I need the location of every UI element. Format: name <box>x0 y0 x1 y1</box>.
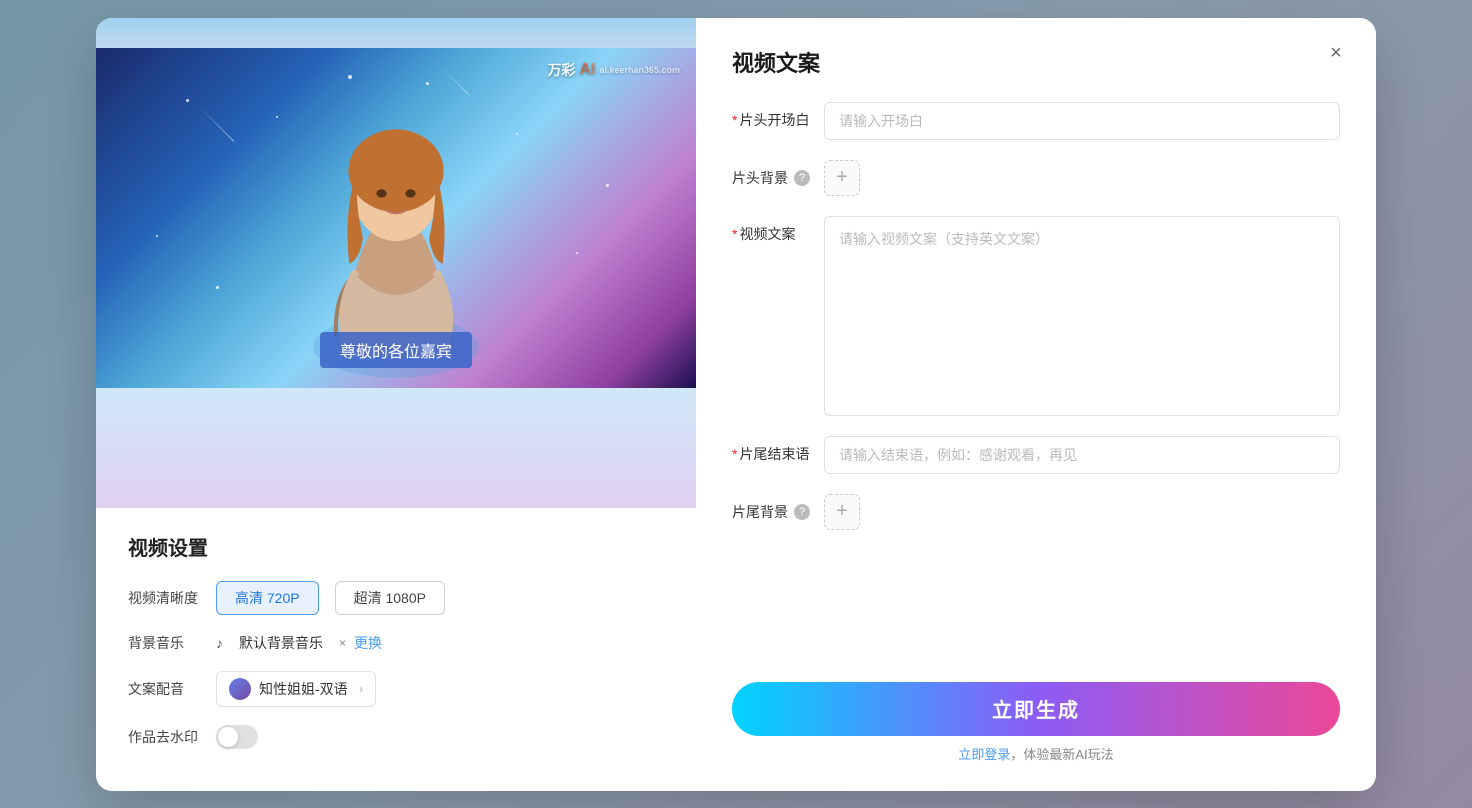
header-bg-label: 片头背景 ? <box>732 160 812 188</box>
closing-input[interactable] <box>824 436 1340 474</box>
opening-group: * 片头开场白 <box>732 102 1340 140</box>
music-name: 默认背景音乐 <box>239 633 323 653</box>
closing-label-text: 片尾结束语 <box>739 444 809 464</box>
voice-row: 文案配音 知性姐姐-双语 › <box>128 671 664 707</box>
opening-required-star: * <box>732 112 737 128</box>
video-preview-top <box>96 18 696 48</box>
watermark-brand: 万彩 <box>547 60 575 80</box>
video-background: 万彩 AI ai.keerhan365.com 尊敬的各位嘉宾 <box>96 48 696 388</box>
music-icon: ♪ <box>216 635 223 651</box>
header-bg-add-button[interactable]: + <box>824 160 860 196</box>
music-change-button[interactable]: 更换 <box>354 633 382 653</box>
closing-label: * 片尾结束语 <box>732 436 812 464</box>
voice-selector[interactable]: 知性姐姐-双语 › <box>216 671 376 707</box>
video-copy-group: * 视频文案 <box>732 216 1340 416</box>
tail-bg-label-text: 片尾背景 <box>732 502 788 522</box>
modal: × <box>96 18 1376 791</box>
subtitle-bar: 尊敬的各位嘉宾 <box>320 332 472 368</box>
video-copy-textarea[interactable] <box>824 216 1340 416</box>
voice-name: 知性姐姐-双语 <box>259 679 348 699</box>
quality-720p-button[interactable]: 高清 720P <box>216 581 319 615</box>
watermark-sub: ai.keerhan365.com <box>599 65 680 75</box>
music-remove-icon[interactable]: × <box>339 636 346 650</box>
closing-required-star: * <box>732 446 737 462</box>
watermark-label: 作品去水印 <box>128 727 200 747</box>
video-copy-label: * 视频文案 <box>732 216 812 244</box>
generate-hint: 立即登录，体验最新AI玩法 <box>732 744 1340 763</box>
watermark-row: 作品去水印 <box>128 725 664 749</box>
opening-input[interactable] <box>824 102 1340 140</box>
tail-bg-help-icon: ? <box>794 504 810 520</box>
close-button[interactable]: × <box>1320 38 1352 70</box>
header-bg-help-icon: ? <box>794 170 810 186</box>
tail-bg-group: 片尾背景 ? + <box>732 494 1340 530</box>
login-link[interactable]: 立即登录 <box>958 747 1010 762</box>
tail-bg-label: 片尾背景 ? <box>732 494 812 522</box>
music-label: 背景音乐 <box>128 633 200 653</box>
settings-title: 视频设置 <box>128 532 664 561</box>
panel-title: 视频文案 <box>732 46 1340 78</box>
voice-label: 文案配音 <box>128 679 200 699</box>
watermark-ai: AI <box>579 61 595 79</box>
watermark: 万彩 AI ai.keerhan365.com <box>547 60 680 80</box>
music-actions: × 更换 <box>339 633 382 653</box>
video-preview-bottom <box>96 388 696 508</box>
voice-arrow-icon: › <box>359 682 363 696</box>
quality-row: 视频清晰度 高清 720P 超清 1080P <box>128 581 664 615</box>
quality-1080p-button[interactable]: 超清 1080P <box>335 581 445 615</box>
opening-label: * 片头开场白 <box>732 102 812 130</box>
quality-label: 视频清晰度 <box>128 588 200 608</box>
music-row: 背景音乐 ♪ 默认背景音乐 × 更换 <box>128 633 664 653</box>
video-settings: 视频设置 视频清晰度 高清 720P 超清 1080P 背景音乐 ♪ 默认背景音… <box>96 508 696 791</box>
video-preview: 万彩 AI ai.keerhan365.com 尊敬的各位嘉宾 <box>96 48 696 388</box>
right-panel: 视频文案 * 片头开场白 片头背景 ? + * <box>696 18 1376 791</box>
video-copy-label-text: 视频文案 <box>739 224 795 244</box>
generate-button[interactable]: 立即生成 <box>732 682 1340 736</box>
header-bg-label-text: 片头背景 <box>732 168 788 188</box>
header-bg-group: 片头背景 ? + <box>732 160 1340 196</box>
left-panel: 万彩 AI ai.keerhan365.com 尊敬的各位嘉宾 视频设置 视频清… <box>96 18 696 791</box>
video-copy-required-star: * <box>732 226 737 242</box>
modal-overlay: × <box>0 0 1472 808</box>
watermark-toggle[interactable] <box>216 725 258 749</box>
closing-group: * 片尾结束语 <box>732 436 1340 474</box>
voice-avatar-icon <box>229 678 251 700</box>
opening-label-text: 片头开场白 <box>739 110 809 130</box>
tail-bg-add-button[interactable]: + <box>824 494 860 530</box>
